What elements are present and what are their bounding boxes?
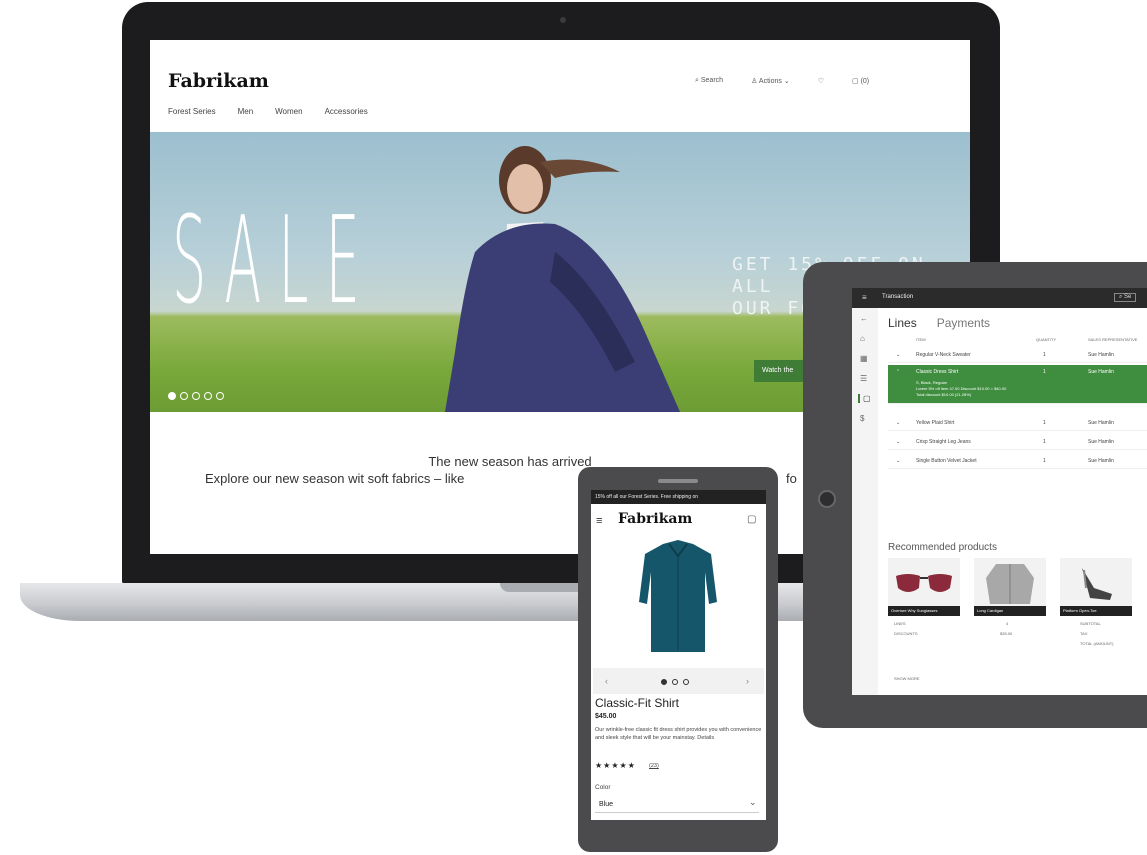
nav-item-men[interactable]: Men: [238, 107, 254, 116]
product-image: [593, 532, 764, 668]
carousel-dot-2[interactable]: [180, 392, 188, 400]
chevron-down-icon: ⌄: [783, 78, 790, 85]
product-carousel-dots: [661, 679, 689, 685]
rating-stars: ★★★★★: [595, 761, 636, 770]
lines-value: 4: [1006, 621, 1009, 626]
site-nav: Forest Series Men Women Accessories: [168, 107, 368, 116]
bag-icon[interactable]: ▢: [858, 394, 871, 403]
site-logo[interactable]: Fabrikam: [168, 70, 269, 92]
cart-button[interactable]: ▢ (0): [852, 77, 869, 85]
carousel-dot-1[interactable]: [661, 679, 667, 685]
dollar-icon[interactable]: $: [860, 414, 864, 423]
tablet-search-button[interactable]: ⌕ Se: [1114, 293, 1137, 302]
heart-icon: ♡: [817, 78, 824, 85]
carousel-dot-2[interactable]: [672, 679, 678, 685]
tab-payments[interactable]: Payments: [937, 316, 990, 330]
user-icon: ♙: [751, 78, 758, 85]
chevron-down-icon: ⌄: [749, 797, 757, 807]
hero-headline: SALE: [172, 192, 377, 331]
tablet-home-button[interactable]: [818, 490, 836, 508]
bag-icon: ▢: [851, 78, 859, 85]
table-row[interactable]: ⌄ Regular V-Neck Sweater 1 Sue Hamlin: [888, 348, 1147, 363]
chevron-down-icon[interactable]: ⌄: [896, 439, 900, 445]
product-label: Long Cardigan: [974, 606, 1046, 616]
hero-carousel-dots: [168, 392, 224, 400]
subtotal-label: SUBTOTAL: [1080, 621, 1101, 626]
color-select[interactable]: [595, 796, 759, 813]
color-label: Color: [595, 784, 611, 791]
product-description: Our wrinkle-free classic fit dress shirt…: [595, 727, 762, 741]
tagline-tail: fo: [786, 471, 797, 486]
product-card-cardigan[interactable]: [974, 558, 1046, 606]
header-actions: ⌕ Search ♙ Actions ⌄ ♡ ▢ (0): [695, 77, 869, 85]
search-button[interactable]: ⌕ Search: [695, 77, 723, 85]
chevron-down-icon[interactable]: ⌄: [896, 420, 900, 426]
table-row[interactable]: ⌄ Yellow Plaid Shirt 1 Sue Hamlin: [888, 416, 1147, 431]
shoes-image: [1082, 568, 1112, 600]
wishlist-button[interactable]: ♡: [818, 77, 824, 85]
menu-icon[interactable]: ≡: [862, 293, 867, 302]
tab-lines[interactable]: Lines: [888, 316, 917, 330]
search-icon: ⌕: [695, 77, 699, 84]
color-select-value: Blue: [599, 801, 614, 808]
carousel-dot-4[interactable]: [204, 392, 212, 400]
transaction-tabs: Lines Payments: [888, 316, 990, 330]
nav-item-accessories[interactable]: Accessories: [325, 107, 368, 116]
reviews-link[interactable]: (23): [649, 763, 659, 769]
home-icon[interactable]: ⌂: [860, 334, 865, 343]
discounts-label: DISCOUNTS: [894, 631, 918, 636]
chevron-down-icon[interactable]: ⌄: [896, 458, 900, 464]
table-row[interactable]: ⌄ Crisp Straight Leg Jeans 1 Sue Hamlin: [888, 435, 1147, 450]
cardigan-image: [986, 564, 1034, 604]
search-icon: ⌕: [1119, 294, 1123, 300]
product-label: Overture Why Sunglasses: [888, 606, 960, 616]
product-card-sunglasses[interactable]: [888, 558, 960, 606]
carousel-dot-5[interactable]: [216, 392, 224, 400]
table-row-selected[interactable]: ⌃ Classic Dress Shirt 1 Sue Hamlin S, Bl…: [888, 365, 1147, 404]
phone-screen: 15% off all our Forest Series. Free ship…: [591, 490, 766, 820]
tablet-side-rail: [852, 308, 878, 695]
phone-speaker: [658, 479, 698, 483]
nav-item-women[interactable]: Women: [275, 107, 302, 116]
account-menu[interactable]: ♙ Actions ⌄: [751, 77, 790, 85]
table-row[interactable]: ⌄ Single Button Velvet Jacket 1 Sue Haml…: [888, 454, 1147, 469]
show-more-link[interactable]: SHOW MORE: [894, 676, 920, 681]
tax-label: TAX: [1080, 631, 1088, 636]
tablet-screen: ≡ Transaction ⌕ Se ← ⌂ ▦ ☰ ▢ $ Lines Pay…: [852, 288, 1147, 695]
back-arrow-icon[interactable]: ←: [860, 314, 868, 323]
carousel-dot-3[interactable]: [683, 679, 689, 685]
promo-banner[interactable]: 15% off all our Forest Series. Free ship…: [591, 490, 766, 504]
laptop-camera: [560, 17, 566, 23]
bag-icon[interactable]: ▢: [747, 514, 756, 525]
product-price: $45.00: [595, 713, 617, 720]
lines-label: LINES: [894, 621, 906, 626]
carousel-dot-1[interactable]: [168, 392, 176, 400]
shirt-image: [639, 540, 717, 652]
app-title: Transaction: [882, 294, 914, 300]
nav-item-forest-series[interactable]: Forest Series: [168, 107, 216, 116]
store-icon[interactable]: ▦: [860, 354, 868, 363]
chevron-left-icon[interactable]: ‹: [605, 676, 608, 686]
phone-site-logo[interactable]: Fabrikam: [618, 511, 692, 527]
sunglasses-image: [896, 574, 952, 592]
total-label: TOTAL (AMOUNT): [1080, 641, 1114, 646]
chevron-right-icon[interactable]: ›: [746, 676, 749, 686]
chevron-down-icon[interactable]: ⌄: [896, 352, 900, 358]
carousel-dot-3[interactable]: [192, 392, 200, 400]
recommended-heading: Recommended products: [888, 542, 997, 553]
discounts-value: $35.00: [1000, 631, 1013, 636]
chevron-up-icon[interactable]: ⌃: [896, 369, 900, 375]
list-icon[interactable]: ☰: [860, 374, 867, 383]
tagline-subtext: Explore our new season wit soft fabrics …: [205, 471, 465, 486]
hamburger-icon[interactable]: ≡: [596, 515, 602, 527]
product-title: Classic-Fit Shirt: [595, 696, 680, 710]
product-card-shoes[interactable]: [1060, 558, 1132, 606]
product-label: Platform Open-Toe: [1060, 606, 1132, 616]
hero-model-image: [445, 146, 680, 412]
